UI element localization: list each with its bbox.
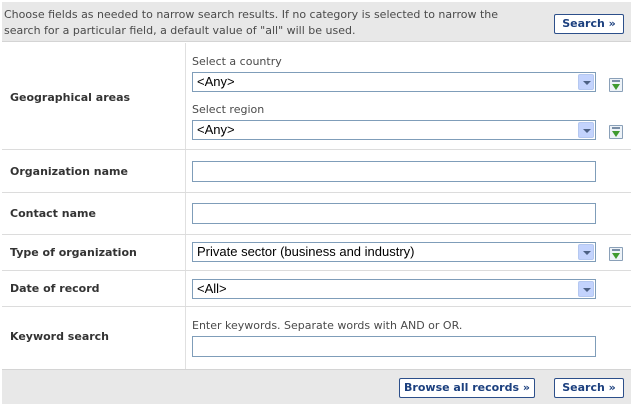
date-of-record-select-value: <All> xyxy=(197,281,227,296)
organization-type-row: Type of organization Private sector (bus… xyxy=(2,235,631,271)
add-to-list-icon[interactable] xyxy=(609,247,623,261)
contact-name-row: Contact name xyxy=(2,193,631,235)
region-select-label: Select region xyxy=(192,103,265,116)
action-bar: Browse all records » Search » xyxy=(2,369,631,404)
date-of-record-label: Date of record xyxy=(10,282,100,295)
instructions-bar: Choose fields as needed to narrow search… xyxy=(2,2,631,42)
organization-name-input[interactable] xyxy=(192,161,596,182)
region-select-value: <Any> xyxy=(197,122,235,137)
instructions-line-1: Choose fields as needed to narrow search… xyxy=(4,8,499,21)
browse-all-records-button[interactable]: Browse all records » xyxy=(399,378,535,398)
contact-name-input[interactable] xyxy=(192,203,596,224)
add-to-list-icon[interactable] xyxy=(609,125,623,139)
country-select-value: <Any> xyxy=(197,74,235,89)
chevron-down-icon[interactable] xyxy=(578,244,594,260)
keyword-search-hint: Enter keywords. Separate words with AND … xyxy=(192,319,463,332)
date-of-record-select[interactable]: <All> xyxy=(192,279,596,299)
search-button-bottom[interactable]: Search » xyxy=(554,378,624,398)
organization-type-select[interactable]: Private sector (business and industry) xyxy=(192,242,596,262)
country-select-label: Select a country xyxy=(192,55,282,68)
keyword-search-label: Keyword search xyxy=(10,330,110,343)
organization-name-row: Organization name xyxy=(2,150,631,193)
geographical-areas-row: Geographical areas Select a country <Any… xyxy=(2,43,631,150)
search-button-top[interactable]: Search » xyxy=(554,14,624,34)
chevron-down-icon[interactable] xyxy=(578,74,594,90)
chevron-down-icon[interactable] xyxy=(578,281,594,297)
country-select[interactable]: <Any> xyxy=(192,72,596,92)
organization-type-label: Type of organization xyxy=(10,246,137,259)
region-select[interactable]: <Any> xyxy=(192,120,596,140)
keyword-search-input[interactable] xyxy=(192,336,596,357)
add-to-list-icon[interactable] xyxy=(609,78,623,92)
date-of-record-row: Date of record <All> xyxy=(2,271,631,307)
instructions-text: Choose fields as needed to narrow search… xyxy=(4,7,544,39)
instructions-line-2: search for a particular field, a default… xyxy=(4,24,356,37)
geographical-areas-label: Geographical areas xyxy=(10,91,131,104)
keyword-search-row: Keyword search Enter keywords. Separate … xyxy=(2,307,631,369)
chevron-down-icon[interactable] xyxy=(578,122,594,138)
organization-type-select-value: Private sector (business and industry) xyxy=(197,244,415,259)
organization-name-label: Organization name xyxy=(10,165,128,178)
contact-name-label: Contact name xyxy=(10,207,96,220)
